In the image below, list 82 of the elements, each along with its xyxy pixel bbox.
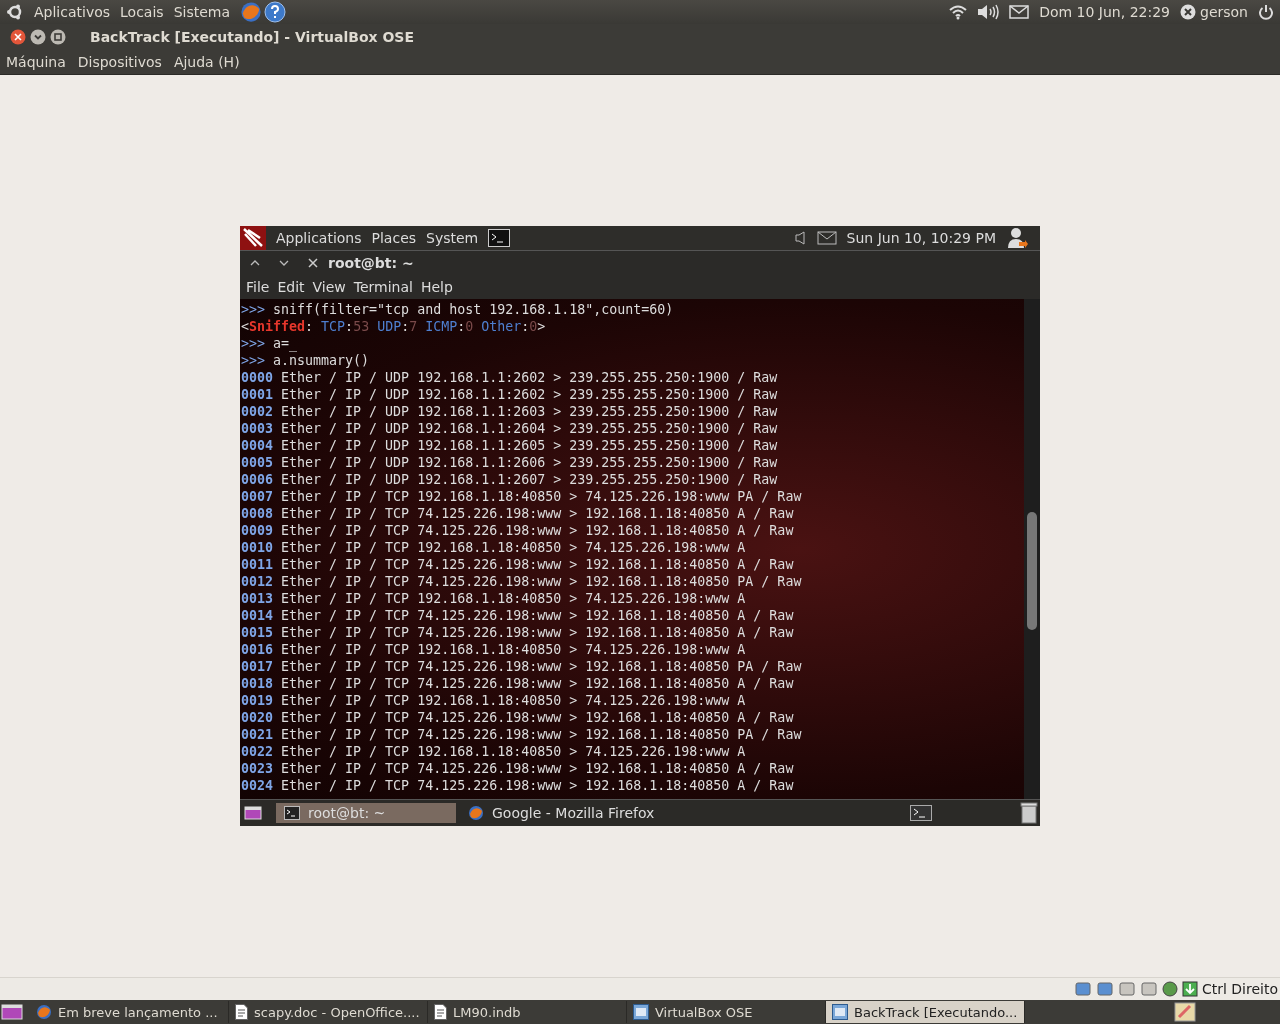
envelope-icon[interactable] [816, 231, 837, 245]
terminal-line: 0017 Ether / IP / TCP 74.125.226.198:www > 192.168.1.18:40850 PA / Raw [241, 658, 803, 675]
terminal-line: 0018 Ether / IP / TCP 74.125.226.198:www > 192.168.1.18:40850 A / Raw [241, 675, 795, 692]
panel-menu[interactable]: System [426, 230, 479, 246]
window-icon [633, 1004, 649, 1020]
help-icon[interactable] [264, 1, 287, 23]
window-title: BackTrack [Executando] - VirtualBox OSE [90, 29, 414, 45]
terminal-line: 0015 Ether / IP / TCP 74.125.226.198:www > 192.168.1.18:40850 A / Raw [241, 624, 795, 641]
terminal-line: 0022 Ether / IP / TCP 192.168.1.18:40850 > 74.125.226.198:www A [241, 743, 747, 760]
chevron-up-icon[interactable] [250, 259, 260, 267]
download-icon[interactable] [1181, 981, 1198, 997]
menu-item[interactable]: Help [420, 279, 453, 295]
wifi-icon[interactable] [949, 4, 968, 20]
terminal-line: 0004 Ether / IP / UDP 192.168.1.1:2605 > 239.255.255.250:1900 / Raw [241, 437, 779, 454]
menu-item[interactable]: Ajuda (H) [173, 54, 240, 70]
taskbar-button[interactable]: VirtualBox OSE [627, 1001, 826, 1023]
minimize-icon[interactable] [30, 29, 46, 45]
terminal-line: 0010 Ether / IP / TCP 192.168.1.18:40850 > 74.125.226.198:www A [241, 539, 747, 556]
envelope-icon[interactable] [1009, 5, 1030, 19]
terminal-line: 0024 Ether / IP / TCP 74.125.226.198:www > 192.168.1.18:40850 A / Raw [241, 777, 795, 794]
panel-menu[interactable]: Aplicativos [34, 4, 111, 20]
terminal-line: 0012 Ether / IP / TCP 74.125.226.198:www > 192.168.1.18:40850 PA / Raw [241, 573, 803, 590]
trash-icon[interactable] [1020, 802, 1038, 824]
maximize-icon[interactable] [50, 29, 66, 45]
terminal-line: 0002 Ether / IP / UDP 192.168.1.1:2603 > 239.255.255.250:1900 / Raw [241, 403, 779, 420]
terminal-line: 0019 Ether / IP / TCP 192.168.1.18:40850 > 74.125.226.198:www A [241, 692, 747, 709]
panel-menu[interactable]: Locais [120, 4, 164, 20]
terminal-line: 0009 Ether / IP / TCP 74.125.226.198:www > 192.168.1.18:40850 A / Raw [241, 522, 795, 539]
power-icon[interactable] [1258, 4, 1274, 20]
terminal-line: 0001 Ether / IP / UDP 192.168.1.1:2602 > 239.255.255.250:1900 / Raw [241, 386, 779, 403]
terminal-line: 0023 Ether / IP / TCP 74.125.226.198:www > 192.168.1.18:40850 A / Raw [241, 760, 795, 777]
terminal-line: >>> sniff(filter="tcp and host 192.168.1.18",count=60) [241, 301, 675, 318]
document-icon [235, 1004, 248, 1020]
panel-menu[interactable]: Places [371, 230, 417, 246]
menu-item[interactable]: File [246, 279, 270, 295]
host-key-label: Ctrl Direito [1201, 981, 1278, 997]
terminal-line: 0021 Ether / IP / TCP 74.125.226.198:www > 192.168.1.18:40850 PA / Raw [241, 726, 803, 743]
window-icon [832, 1004, 848, 1020]
taskbar-button[interactable]: LM90.indb [428, 1001, 627, 1023]
terminal-line: 0005 Ether / IP / UDP 192.168.1.1:2606 > 239.255.255.250:1900 / Raw [241, 454, 779, 471]
terminal-line: 0006 Ether / IP / UDP 192.168.1.1:2607 > 239.255.255.250:1900 / Raw [241, 471, 779, 488]
terminal-title: root@bt: ~ [328, 255, 414, 271]
taskbar-button[interactable]: Google - Mozilla Firefox [460, 803, 663, 823]
panel-menu[interactable]: Applications [276, 230, 362, 246]
terminal-line: 0013 Ether / IP / TCP 192.168.1.18:40850 > 74.125.226.198:www A [241, 590, 747, 607]
speaker-icon[interactable] [977, 4, 1000, 20]
scrollbar[interactable] [1024, 299, 1040, 799]
logo-icon[interactable] [6, 3, 24, 21]
menu-item[interactable]: Máquina [6, 54, 66, 70]
close-icon[interactable] [10, 29, 26, 45]
terminal-line: 0007 Ether / IP / TCP 192.168.1.18:40850 > 74.125.226.198:www PA / Raw [241, 488, 803, 505]
terminal-line: >>> a=_ [241, 335, 299, 352]
clock[interactable]: Dom 10 Jun, 22:29 [1039, 4, 1170, 20]
clock[interactable]: Sun Jun 10, 10:29 PM [846, 230, 996, 246]
terminal-line: 0016 Ether / IP / TCP 192.168.1.18:40850 > 74.125.226.198:www A [241, 641, 747, 658]
close-icon[interactable] [308, 258, 318, 268]
user-name[interactable]: gerson [1200, 4, 1248, 20]
terminal-icon[interactable] [488, 229, 511, 247]
terminal-icon [284, 806, 300, 820]
browser-icon[interactable] [240, 1, 263, 23]
terminal-line: 0020 Ether / IP / TCP 74.125.226.198:www > 192.168.1.18:40850 A / Raw [241, 709, 795, 726]
terminal-line: 0014 Ether / IP / TCP 74.125.226.198:www > 192.168.1.18:40850 A / Raw [241, 607, 795, 624]
taskbar-button[interactable]: Em breve lançamento ... [30, 1001, 229, 1023]
taskbar-button[interactable]: BackTrack [Executando... [826, 1001, 1025, 1023]
terminal-icon[interactable] [910, 805, 932, 821]
close-circle-icon [1180, 4, 1196, 20]
terminal-line: 0003 Ether / IP / UDP 192.168.1.1:2604 > 239.255.255.250:1900 / Raw [241, 420, 779, 437]
user-icon[interactable] [1006, 227, 1028, 249]
terminal-line: 0008 Ether / IP / TCP 74.125.226.198:www > 192.168.1.18:40850 A / Raw [241, 505, 795, 522]
document-icon [434, 1004, 447, 1020]
terminal-line: <Sniffed: TCP:53 UDP:7 ICMP:0 Other:0> [241, 318, 547, 335]
terminal-line: 0000 Ether / IP / UDP 192.168.1.1:2602 > 239.255.255.250:1900 / Raw [241, 369, 779, 386]
taskbar-button[interactable]: root@bt: ~ [276, 803, 456, 823]
menu-item[interactable]: View [312, 279, 346, 295]
speaker-icon[interactable] [794, 231, 807, 245]
taskbar-button[interactable]: scapy.doc - OpenOffice.... [229, 1001, 428, 1023]
menu-item[interactable]: Terminal [353, 279, 413, 295]
panel-menu[interactable]: Sistema [173, 4, 231, 20]
terminal-line: 0011 Ether / IP / TCP 74.125.226.198:www > 192.168.1.18:40850 A / Raw [241, 556, 795, 573]
terminal-line: >>> a.nsummary() [241, 352, 371, 369]
menu-item[interactable]: Dispositivos [77, 54, 162, 70]
menu-item[interactable]: Edit [277, 279, 305, 295]
